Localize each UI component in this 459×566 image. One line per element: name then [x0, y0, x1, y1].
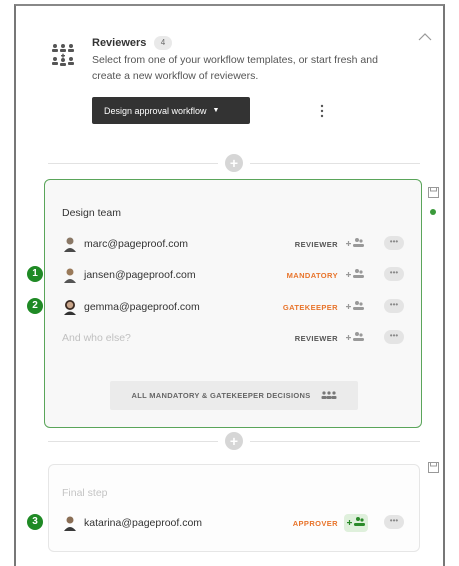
role-badge[interactable]: REVIEWER — [295, 240, 338, 249]
role-badge[interactable]: APPROVER — [293, 519, 338, 528]
reviewers-title: Reviewers — [92, 37, 147, 49]
decision-mode-button[interactable]: ALL MANDATORY & GATEKEEPER DECISIONS — [110, 381, 358, 410]
add-people-icon[interactable] — [344, 514, 368, 532]
reviewers-group-icon — [52, 44, 74, 66]
add-step-button[interactable]: + — [225, 432, 243, 450]
callout-marker-3: 3 — [27, 514, 43, 530]
add-people-icon[interactable] — [346, 331, 364, 345]
add-step-button[interactable]: + — [225, 154, 243, 172]
save-icon[interactable] — [428, 462, 439, 473]
divider-line — [250, 163, 420, 164]
more-options-button[interactable]: ••• — [384, 236, 404, 250]
avatar — [64, 268, 76, 283]
workflow-template-label: Design approval workflow — [104, 105, 207, 116]
more-options-button[interactable]: ••• — [384, 515, 404, 529]
role-badge[interactable]: GATEKEEPER — [283, 303, 338, 312]
reviewer-row: gemma@pageproof.com GATEKEEPER ••• — [62, 297, 418, 319]
more-options-button[interactable]: ••• — [384, 299, 404, 313]
step-name: Design team — [62, 207, 121, 219]
reviewers-description: Select from one of your workflow templat… — [92, 54, 378, 82]
group-icon — [321, 390, 336, 399]
reviewer-email[interactable]: marc@pageproof.com — [84, 238, 188, 250]
add-people-icon[interactable] — [346, 268, 364, 282]
callout-marker-2: 2 — [27, 298, 43, 314]
add-people-icon[interactable] — [346, 300, 364, 314]
reviewer-row: marc@pageproof.com REVIEWER ••• — [62, 234, 418, 256]
divider-line — [48, 441, 218, 442]
add-reviewer-input[interactable]: And who else? — [62, 332, 131, 344]
save-icon[interactable] — [428, 187, 439, 198]
avatar — [64, 300, 76, 315]
role-badge[interactable]: MANDATORY — [287, 271, 338, 280]
more-vertical-icon[interactable] — [320, 103, 324, 119]
chevron-up-icon[interactable] — [418, 32, 432, 42]
role-badge[interactable]: REVIEWER — [295, 334, 338, 343]
caret-down-icon: ▼ — [212, 107, 220, 114]
avatar — [64, 516, 76, 531]
step-card-final-step — [48, 464, 420, 552]
divider-line — [250, 441, 420, 442]
workflow-template-dropdown[interactable]: Design approval workflow ▼ — [92, 97, 250, 124]
callout-marker-1: 1 — [27, 266, 43, 282]
step-name[interactable]: Final step — [62, 487, 108, 499]
reviewer-email[interactable]: katarina@pageproof.com — [84, 517, 202, 529]
add-reviewer-row: And who else? REVIEWER ••• — [62, 328, 418, 350]
avatar — [64, 237, 76, 252]
more-options-button[interactable]: ••• — [384, 267, 404, 281]
divider-line — [48, 163, 218, 164]
reviewers-count-badge: 4 — [154, 36, 172, 50]
reviewer-row: jansen@pageproof.com MANDATORY ••• — [62, 265, 418, 287]
decision-mode-label: ALL MANDATORY & GATEKEEPER DECISIONS — [131, 391, 311, 400]
more-options-button[interactable]: ••• — [384, 330, 404, 344]
reviewer-email[interactable]: gemma@pageproof.com — [84, 301, 200, 313]
step-status-dot — [430, 209, 436, 215]
add-people-icon[interactable] — [346, 237, 364, 251]
reviewer-email[interactable]: jansen@pageproof.com — [84, 269, 196, 281]
reviewer-row: katarina@pageproof.com APPROVER ••• — [62, 513, 418, 535]
